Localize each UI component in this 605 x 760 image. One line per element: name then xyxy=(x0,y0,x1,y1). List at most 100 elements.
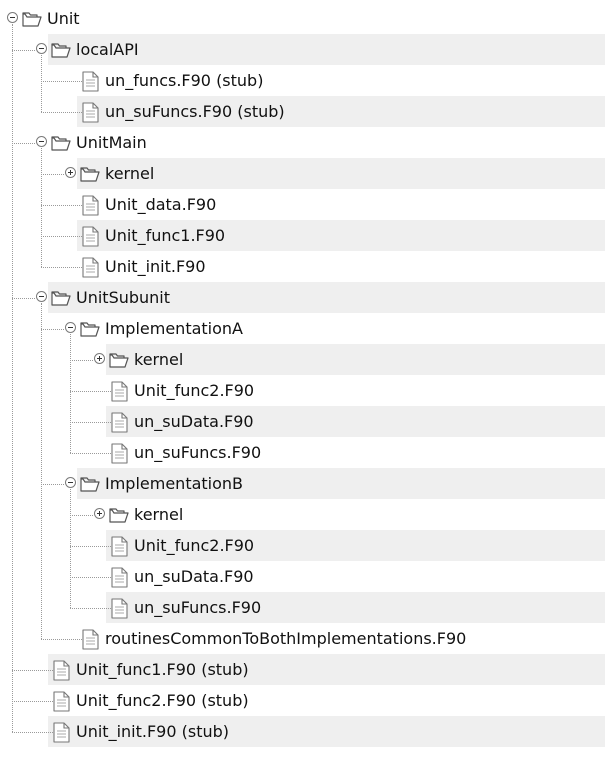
tree-branch-line xyxy=(70,515,93,516)
tree-branch-line xyxy=(41,236,82,237)
tree-folder-row[interactable]: kernel xyxy=(0,158,605,189)
file-icon xyxy=(108,535,130,557)
folder-icon xyxy=(50,132,72,154)
tree-connector-line xyxy=(41,303,42,639)
file-label[interactable]: Unit_func2.F90 xyxy=(134,535,254,557)
tree-branch-line xyxy=(41,81,82,82)
tree-branch-line xyxy=(41,112,82,113)
tree-file-row[interactable]: Unit_func1.F90 (stub) xyxy=(0,654,605,685)
folder-icon xyxy=(108,349,130,371)
file-label[interactable]: un_funcs.F90 (stub) xyxy=(105,70,263,92)
file-label[interactable]: un_suFuncs.F90 (stub) xyxy=(105,101,285,123)
file-label[interactable]: Unit_data.F90 xyxy=(105,194,216,216)
folder-label[interactable]: Unit xyxy=(47,8,80,30)
folder-icon xyxy=(50,39,72,61)
file-icon xyxy=(79,256,101,278)
file-label[interactable]: un_suData.F90 xyxy=(134,411,254,433)
collapse-toggle-icon[interactable] xyxy=(36,43,47,54)
file-icon xyxy=(108,566,130,588)
expand-toggle-icon[interactable] xyxy=(94,508,105,519)
tree-connector-line xyxy=(70,489,71,608)
tree-branch-line xyxy=(41,205,82,206)
tree-branch-line xyxy=(41,639,82,640)
tree-branch-line xyxy=(70,546,111,547)
file-label[interactable]: un_suData.F90 xyxy=(134,566,254,588)
file-label[interactable]: routinesCommonToBothImplementations.F90 xyxy=(105,628,466,650)
tree-branch-line xyxy=(41,484,64,485)
folder-label[interactable]: kernel xyxy=(105,163,154,185)
file-label[interactable]: Unit_func1.F90 (stub) xyxy=(76,659,249,681)
folder-label[interactable]: ImplementationB xyxy=(105,473,243,495)
tree-branch-line xyxy=(12,298,35,299)
file-icon xyxy=(108,380,130,402)
folder-label[interactable]: kernel xyxy=(134,504,183,526)
tree-folder-row[interactable]: Unit xyxy=(0,3,605,34)
tree-connector-line xyxy=(70,334,71,453)
collapse-toggle-icon[interactable] xyxy=(36,291,47,302)
tree-branch-line xyxy=(70,608,111,609)
folder-label[interactable]: localAPI xyxy=(76,39,139,61)
file-icon xyxy=(108,597,130,619)
folder-icon xyxy=(50,287,72,309)
file-icon xyxy=(79,70,101,92)
file-icon xyxy=(79,225,101,247)
file-icon xyxy=(108,442,130,464)
folder-label[interactable]: UnitSubunit xyxy=(76,287,170,309)
tree-file-row[interactable]: un_funcs.F90 (stub) xyxy=(0,65,605,96)
tree-folder-row[interactable]: UnitSubunit xyxy=(0,282,605,313)
file-icon xyxy=(108,411,130,433)
file-label[interactable]: Unit_func2.F90 (stub) xyxy=(76,690,249,712)
collapse-toggle-icon[interactable] xyxy=(7,12,18,23)
tree-connector-line xyxy=(41,55,42,112)
folder-icon xyxy=(108,504,130,526)
file-label[interactable]: un_suFuncs.F90 xyxy=(134,442,261,464)
tree-folder-row[interactable]: ImplementationA xyxy=(0,313,605,344)
collapse-toggle-icon[interactable] xyxy=(65,322,76,333)
collapse-toggle-icon[interactable] xyxy=(36,136,47,147)
tree-folder-row[interactable]: ImplementationB xyxy=(0,468,605,499)
tree-branch-line xyxy=(70,360,93,361)
tree-branch-line xyxy=(70,577,111,578)
file-icon xyxy=(50,690,72,712)
file-label[interactable]: Unit_func1.F90 xyxy=(105,225,225,247)
tree-branch-line xyxy=(41,174,64,175)
file-icon xyxy=(79,101,101,123)
folder-icon xyxy=(79,163,101,185)
row-background xyxy=(77,158,605,189)
tree-branch-line xyxy=(12,670,53,671)
tree-branch-line xyxy=(41,267,82,268)
expand-toggle-icon[interactable] xyxy=(94,353,105,364)
collapse-toggle-icon[interactable] xyxy=(65,477,76,488)
folder-label[interactable]: ImplementationA xyxy=(105,318,243,340)
file-label[interactable]: un_suFuncs.F90 xyxy=(134,597,261,619)
tree-file-row[interactable]: routinesCommonToBothImplementations.F90 xyxy=(0,623,605,654)
row-background xyxy=(19,3,605,34)
tree-branch-line xyxy=(12,701,53,702)
tree-connector-line xyxy=(41,148,42,267)
file-tree: Unit localAPI un_funcs.F90 (stub) un_suFunc… xyxy=(0,0,605,760)
folder-label[interactable]: kernel xyxy=(134,349,183,371)
tree-file-row[interactable]: Unit_func1.F90 xyxy=(0,220,605,251)
file-icon xyxy=(50,659,72,681)
tree-file-row[interactable]: Unit_data.F90 xyxy=(0,189,605,220)
tree-branch-line xyxy=(41,329,64,330)
file-icon xyxy=(79,194,101,216)
tree-connector-line xyxy=(12,24,13,732)
tree-file-row[interactable]: Unit_func2.F90 (stub) xyxy=(0,685,605,716)
tree-branch-line xyxy=(12,50,35,51)
file-icon xyxy=(50,721,72,743)
tree-file-row[interactable]: un_suFuncs.F90 (stub) xyxy=(0,96,605,127)
tree-file-row[interactable]: Unit_init.F90 (stub) xyxy=(0,716,605,747)
expand-toggle-icon[interactable] xyxy=(65,167,76,178)
folder-label[interactable]: UnitMain xyxy=(76,132,147,154)
file-label[interactable]: Unit_init.F90 xyxy=(105,256,206,278)
file-label[interactable]: Unit_func2.F90 xyxy=(134,380,254,402)
tree-branch-line xyxy=(70,391,111,392)
folder-icon xyxy=(21,8,43,30)
tree-branch-line xyxy=(70,453,111,454)
tree-branch-line xyxy=(70,422,111,423)
file-label[interactable]: Unit_init.F90 (stub) xyxy=(76,721,229,743)
tree-folder-row[interactable]: localAPI xyxy=(0,34,605,65)
tree-folder-row[interactable]: UnitMain xyxy=(0,127,605,158)
tree-file-row[interactable]: Unit_init.F90 xyxy=(0,251,605,282)
